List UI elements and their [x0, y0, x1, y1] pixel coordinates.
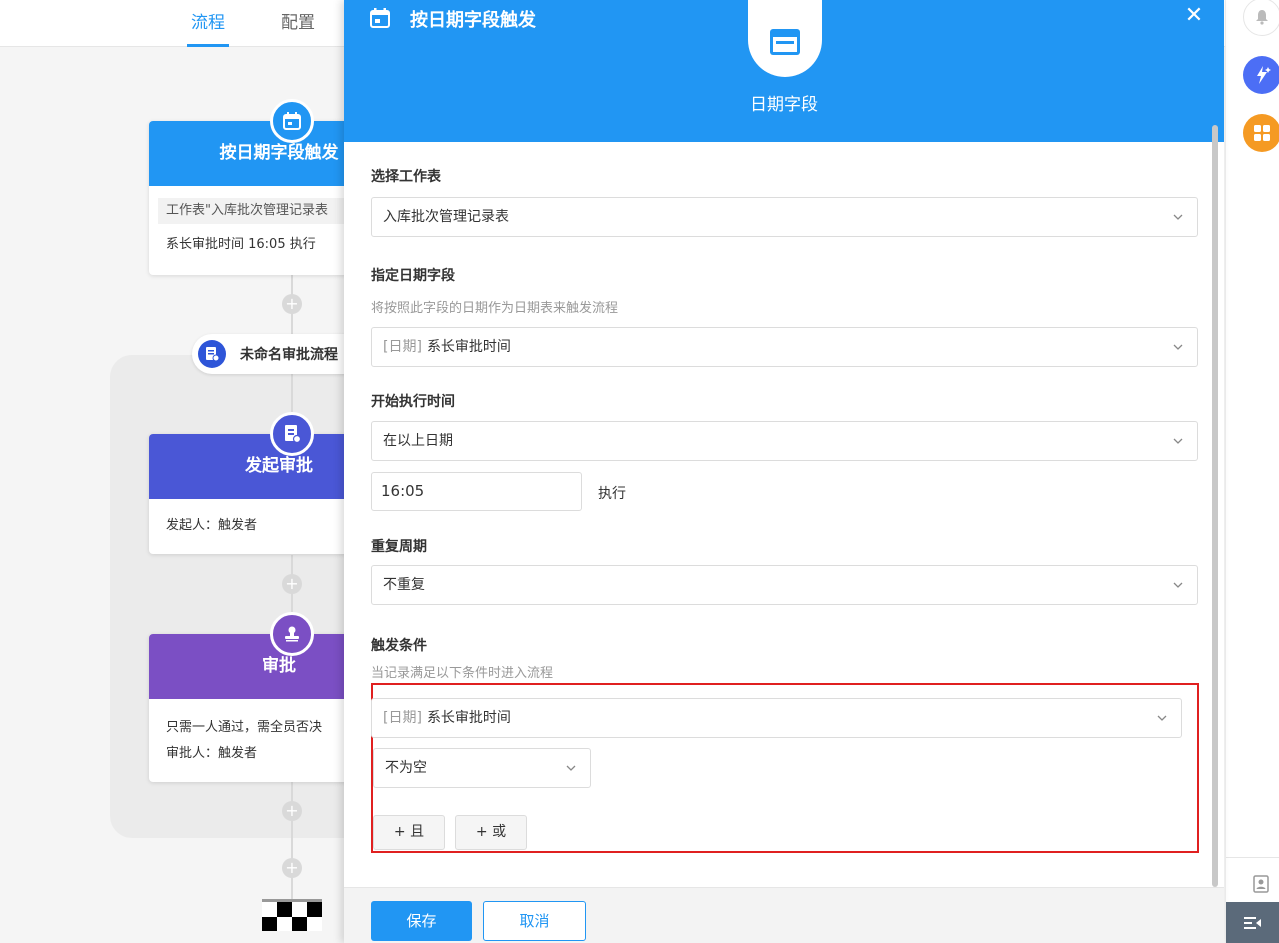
cancel-button[interactable]: 取消 [483, 901, 586, 941]
chevron-down-icon [1173, 344, 1183, 350]
chevron-down-icon [566, 765, 576, 771]
repeat-select[interactable]: 不重复 [371, 565, 1198, 605]
add-or-condition-button[interactable]: + 或 [455, 815, 527, 850]
ai-sparkle-icon[interactable] [1243, 56, 1279, 94]
add-node-button[interactable]: + [282, 574, 302, 594]
chevron-down-icon [1157, 715, 1167, 721]
close-icon[interactable]: ✕ [1182, 5, 1206, 29]
chevron-down-icon [1173, 438, 1183, 444]
collapse-menu-icon[interactable] [1226, 902, 1279, 943]
tab-flow[interactable]: 流程 [187, 8, 229, 47]
start-time-label: 开始执行时间 [371, 394, 455, 410]
end-flag-icon [262, 899, 322, 931]
trigger-config-panel: 按日期字段触发 ✕ 日期字段 选择工作表 入库批次管理记录表 指定日期字段 将按… [344, 0, 1224, 943]
calendar-icon [770, 29, 800, 55]
bell-icon[interactable] [1243, 0, 1279, 36]
add-and-condition-button[interactable]: + 且 [373, 815, 445, 850]
worksheet-select[interactable]: 入库批次管理记录表 [371, 197, 1198, 237]
calendar-icon [369, 7, 391, 33]
save-button[interactable]: 保存 [371, 901, 472, 941]
date-field-label: 指定日期字段 [371, 268, 455, 284]
panel-header: 按日期字段触发 ✕ 日期字段 [344, 0, 1224, 142]
date-field-select[interactable]: [日期] 系长审批时间 [371, 327, 1198, 367]
date-field-value: 系长审批时间 [426, 339, 511, 355]
approval-process-label: 未命名审批流程 [240, 347, 338, 363]
panel-footer: 保存 取消 [344, 887, 1224, 943]
add-node-button[interactable]: + [282, 294, 302, 314]
add-node-button[interactable]: + [282, 858, 302, 878]
condition-operator-value: 不为空 [385, 760, 427, 776]
condition-field-value: 系长审批时间 [426, 710, 511, 726]
approval-doc-icon [198, 340, 226, 368]
approval-doc-icon [270, 412, 314, 456]
contacts-icon[interactable] [1253, 875, 1269, 897]
time-input[interactable]: 16:05 [371, 472, 582, 511]
panel-title: 按日期字段触发 [410, 10, 536, 31]
apps-grid-icon[interactable] [1243, 114, 1279, 152]
worksheet-label: 选择工作表 [371, 169, 441, 185]
header-icon-circle [748, 0, 822, 77]
date-type-prefix: [日期] [383, 339, 422, 355]
repeat-label: 重复周期 [371, 539, 427, 555]
conditions-label: 触发条件 [371, 638, 427, 654]
tab-config[interactable]: 配置 [281, 8, 315, 33]
right-toolbar [1225, 0, 1279, 943]
header-subtitle: 日期字段 [750, 95, 818, 115]
chevron-down-icon [1173, 214, 1183, 220]
date-field-hint: 将按照此字段的日期作为日期表来触发流程 [371, 301, 619, 316]
conditions-hint: 当记录满足以下条件时进入流程 [371, 666, 554, 681]
condition-operator-select[interactable]: 不为空 [373, 748, 591, 788]
calendar-icon [270, 99, 314, 143]
condition-field-prefix: [日期] [383, 710, 422, 726]
add-node-button[interactable]: + [282, 801, 302, 821]
repeat-value: 不重复 [383, 577, 425, 593]
condition-field-select[interactable]: [日期] 系长审批时间 [371, 698, 1182, 738]
panel-scrollbar[interactable] [1212, 125, 1218, 887]
stamp-icon [270, 612, 314, 656]
start-time-value: 在以上日期 [383, 433, 453, 449]
start-time-select[interactable]: 在以上日期 [371, 421, 1198, 461]
toolbar-divider [1226, 857, 1279, 858]
execute-label: 执行 [598, 486, 626, 502]
worksheet-select-value: 入库批次管理记录表 [383, 209, 509, 225]
connector-line [291, 782, 293, 900]
chevron-down-icon [1173, 582, 1183, 588]
